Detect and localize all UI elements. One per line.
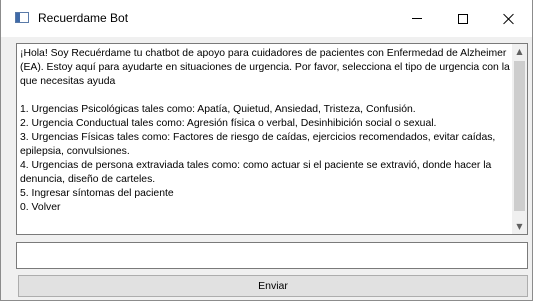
- scroll-down-arrow-icon[interactable]: ▼: [512, 219, 527, 234]
- maximize-icon: [458, 13, 468, 24]
- scroll-up-arrow-icon[interactable]: ▲: [512, 44, 527, 59]
- close-icon: [503, 13, 515, 25]
- app-window-icon[interactable]: [15, 12, 29, 23]
- chat-text: ¡Hola! Soy Recuérdame tu chatbot de apoy…: [20, 47, 513, 215]
- option-extraviada: 4. Urgencias de persona extraviada tales…: [20, 160, 492, 185]
- close-button[interactable]: [486, 0, 532, 37]
- scroll-thumb[interactable]: [514, 61, 525, 211]
- send-button[interactable]: Enviar: [18, 275, 528, 297]
- app-window: Recuerdame Bot ¡Hola! Soy Recuérdame tu …: [0, 0, 533, 301]
- option-sintomas: 5. Ingresar síntomas del paciente: [20, 188, 174, 199]
- maximize-button[interactable]: [440, 0, 486, 37]
- chat-log[interactable]: ¡Hola! Soy Recuérdame tu chatbot de apoy…: [16, 43, 528, 235]
- title-bar[interactable]: Recuerdame Bot: [1, 0, 532, 37]
- option-conductual: 2. Urgencia Conductual tales como: Agres…: [20, 118, 437, 129]
- bot-greeting: ¡Hola! Soy Recuérdame tu chatbot de apoy…: [20, 48, 510, 87]
- window-title: Recuerdame Bot: [38, 11, 129, 25]
- vertical-scrollbar[interactable]: ▲ ▼: [512, 44, 527, 234]
- option-fisicas: 3. Urgencias Físicas tales como: Factore…: [20, 132, 496, 157]
- minimize-icon: [412, 18, 422, 19]
- option-volver: 0. Volver: [20, 202, 61, 213]
- minimize-button[interactable]: [394, 0, 440, 37]
- send-button-label: Enviar: [258, 280, 288, 292]
- option-psicologicas: 1. Urgencias Psicológicas tales como: Ap…: [20, 104, 416, 115]
- message-input[interactable]: [16, 242, 528, 269]
